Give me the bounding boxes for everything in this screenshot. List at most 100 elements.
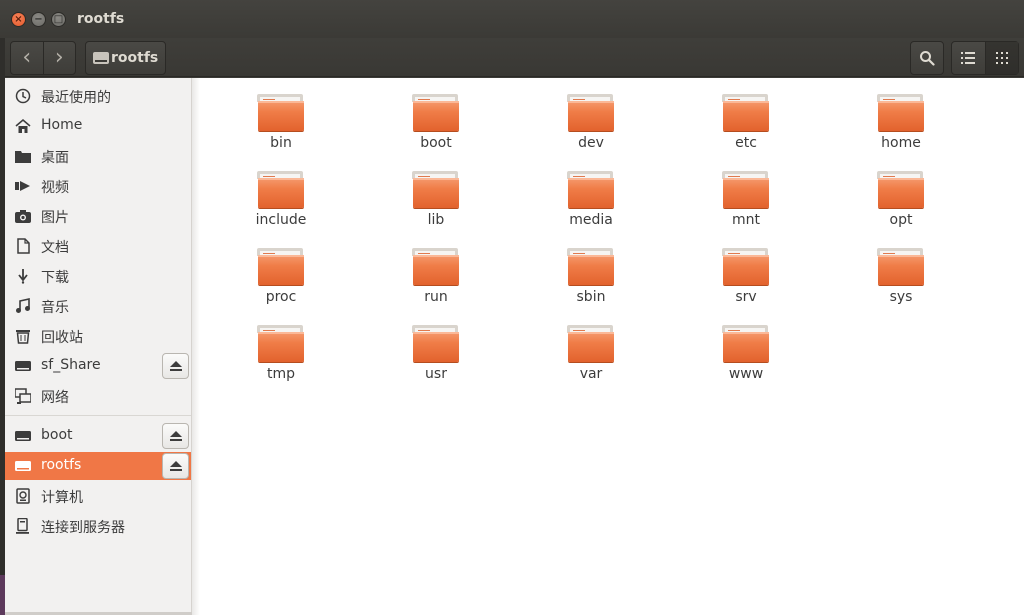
view-toggle	[951, 41, 1019, 75]
folder-icon	[567, 92, 615, 132]
folder-icon	[877, 92, 925, 132]
folder-label: www	[728, 366, 764, 382]
folder-icon	[412, 323, 460, 363]
folder-icon	[722, 323, 770, 363]
folder-label: usr	[425, 366, 447, 382]
folder-item-var[interactable]: var	[546, 323, 636, 389]
header-bar: ‹ › rootfs	[0, 38, 1024, 77]
folder-label: dev	[578, 135, 604, 151]
folder-item-media[interactable]: media	[546, 169, 636, 235]
sidebar-item-boot[interactable]: boot	[5, 422, 191, 450]
drive-icon	[15, 358, 31, 374]
folder-item-lib[interactable]: lib	[391, 169, 481, 235]
sidebar-item-rootfs[interactable]: rootfs	[5, 452, 191, 480]
folder-icon	[722, 169, 770, 209]
sidebar-item-label: boot	[41, 427, 73, 443]
minimize-button[interactable]: −	[31, 12, 46, 27]
network-icon	[15, 388, 31, 404]
sidebar-item-computer[interactable]: 计算机	[5, 482, 191, 510]
folder-label: media	[569, 212, 613, 228]
folder-item-dev[interactable]: dev	[546, 92, 636, 158]
folder-item-bin[interactable]: bin	[236, 92, 326, 158]
server-icon	[15, 518, 31, 534]
folder-item-proc[interactable]: proc	[236, 246, 326, 312]
chevron-left-icon: ‹	[22, 45, 32, 70]
folder-item-run[interactable]: run	[391, 246, 481, 312]
close-button[interactable]: ×	[11, 12, 26, 27]
folder-icon	[877, 169, 925, 209]
eject-button[interactable]	[162, 353, 189, 379]
folder-item-home[interactable]: home	[856, 92, 946, 158]
sidebar: 最近使用的 Home 桌面 视频 图片 文档 下载 音乐 回收站 sf_Shar…	[5, 78, 192, 615]
folder-icon	[257, 92, 305, 132]
folder-label: include	[255, 212, 307, 228]
folder-item-sys[interactable]: sys	[856, 246, 946, 312]
folder-label: var	[579, 366, 603, 382]
folder-item-mnt[interactable]: mnt	[701, 169, 791, 235]
home-icon	[15, 118, 31, 134]
eject-icon	[169, 360, 182, 371]
trash-icon	[15, 328, 31, 344]
maximize-button[interactable]: □	[51, 12, 66, 27]
folder-label: sys	[889, 289, 913, 305]
folder-label: home	[881, 135, 921, 151]
folder-item-usr[interactable]: usr	[391, 323, 481, 389]
sidebar-item-label: 最近使用的	[41, 90, 111, 106]
search-button[interactable]	[910, 41, 944, 75]
sidebar-item-label: 视频	[41, 180, 69, 196]
sidebar-item-pictures[interactable]: 图片	[5, 202, 191, 230]
sidebar-item-music[interactable]: 音乐	[5, 292, 191, 320]
folder-icon	[722, 246, 770, 286]
folder-label: etc	[735, 135, 757, 151]
sidebar-item-connect-server[interactable]: 连接到服务器	[5, 512, 191, 540]
computer-icon	[15, 488, 31, 504]
sidebar-item-label: 网络	[41, 390, 69, 406]
path-bar-button[interactable]: rootfs	[85, 41, 167, 75]
folder-item-srv[interactable]: srv	[701, 246, 791, 312]
folder-label: lib	[427, 212, 445, 228]
sidebar-item-desktop[interactable]: 桌面	[5, 142, 191, 170]
sidebar-item-videos[interactable]: 视频	[5, 172, 191, 200]
sidebar-item-label: Home	[41, 117, 83, 133]
eject-icon	[169, 430, 182, 441]
sidebar-item-label: 音乐	[41, 300, 69, 316]
folder-label: sbin	[576, 289, 606, 305]
chevron-right-icon: ›	[54, 45, 64, 70]
folder-icon	[567, 323, 615, 363]
folder-item-etc[interactable]: etc	[701, 92, 791, 158]
forward-button[interactable]: ›	[42, 42, 76, 74]
sidebar-item-label: 图片	[41, 210, 69, 226]
sidebar-item-documents[interactable]: 文档	[5, 232, 191, 260]
list-view-button[interactable]	[952, 42, 985, 74]
folder-item-boot[interactable]: boot	[391, 92, 481, 158]
sidebar-item-trash[interactable]: 回收站	[5, 322, 191, 350]
video-icon	[15, 178, 31, 194]
sidebar-item-home[interactable]: Home	[5, 112, 191, 140]
folder-label: run	[424, 289, 448, 305]
folder-label: bin	[270, 135, 292, 151]
sidebar-item-sf-share[interactable]: sf_Share	[5, 352, 191, 380]
sidebar-item-recent[interactable]: 最近使用的	[5, 82, 191, 110]
back-button[interactable]: ‹	[11, 42, 43, 74]
folder-item-sbin[interactable]: sbin	[546, 246, 636, 312]
sidebar-item-label: 下载	[41, 270, 69, 286]
folder-icon	[877, 246, 925, 286]
folder-icon	[567, 246, 615, 286]
folder-item-www[interactable]: www	[701, 323, 791, 389]
sidebar-item-label: 回收站	[41, 330, 83, 346]
sidebar-item-downloads[interactable]: 下载	[5, 262, 191, 290]
sidebar-item-network[interactable]: 网络	[5, 382, 191, 410]
drive-icon	[15, 428, 31, 444]
eject-button[interactable]	[162, 423, 189, 449]
folder-item-opt[interactable]: opt	[856, 169, 946, 235]
document-icon	[15, 238, 31, 254]
path-label: rootfs	[111, 50, 159, 66]
eject-button[interactable]	[162, 453, 189, 479]
folder-item-tmp[interactable]: tmp	[236, 323, 326, 389]
folder-icon	[257, 246, 305, 286]
title-bar: × − □ rootfs	[0, 0, 1024, 38]
grid-view-button[interactable]	[984, 42, 1018, 74]
search-icon	[920, 51, 935, 66]
drive-icon	[93, 52, 109, 64]
folder-item-include[interactable]: include	[236, 169, 326, 235]
